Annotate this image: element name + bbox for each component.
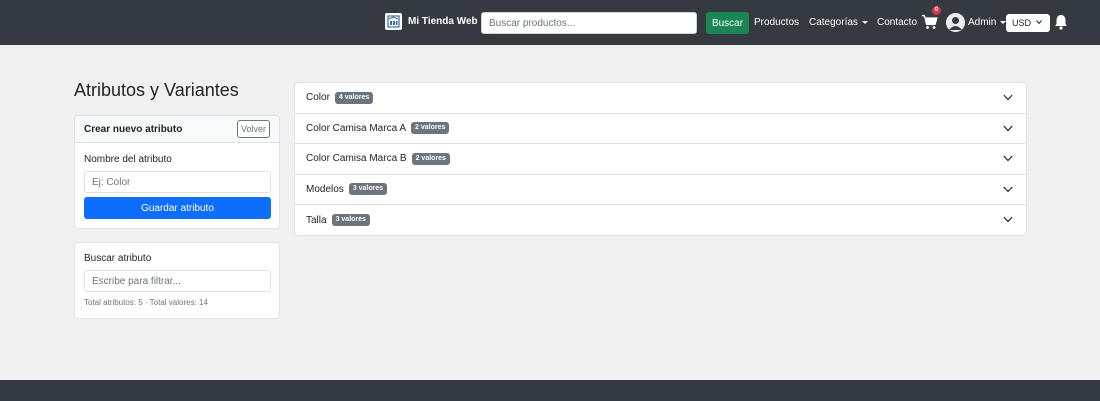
search-input[interactable] <box>481 12 697 34</box>
search-attribute-card: Buscar atributo Total atributos: 5 · Tot… <box>74 242 280 319</box>
store-logo-icon <box>385 13 402 30</box>
user-avatar-icon <box>946 13 965 32</box>
admin-label: Admin <box>968 17 997 28</box>
filter-input[interactable] <box>84 270 271 292</box>
search-button[interactable]: Buscar <box>706 12 749 34</box>
save-attribute-button[interactable]: Guardar atributo <box>84 197 271 219</box>
values-count-badge: 2 valores <box>411 122 450 135</box>
accordion-item[interactable]: Color Camisa Marca A 2 valores <box>295 114 1026 144</box>
back-button[interactable]: Volver <box>237 120 270 138</box>
chevron-down-icon <box>1003 94 1013 101</box>
nav-dropdown-admin[interactable]: Admin <box>968 17 1007 28</box>
nav-categorias-label: Categorías <box>809 17 858 28</box>
values-count-badge: 2 valores <box>411 152 450 165</box>
caret-down-icon <box>861 20 868 24</box>
accordion-item[interactable]: Modelos 3 valores <box>295 175 1026 205</box>
chevron-down-icon <box>1003 155 1013 162</box>
accordion-item[interactable]: Color 4 valores <box>295 83 1026 114</box>
accordion-item[interactable]: Talla 3 valores <box>295 205 1026 236</box>
attribute-name-label: Nombre del atributo <box>84 154 172 165</box>
search-attribute-label: Buscar atributo <box>84 253 152 264</box>
totals-text: Total atributos: 5 · Total valores: 14 <box>84 298 208 307</box>
chevron-down-icon <box>1036 20 1042 25</box>
attribute-name: Color <box>306 92 330 104</box>
attribute-name: Talla <box>306 214 327 226</box>
nav-dropdown-categorias[interactable]: Categorías <box>809 17 868 28</box>
attribute-name: Modelos <box>306 183 344 195</box>
bell-icon[interactable] <box>1054 14 1068 30</box>
top-navbar: Mi Tienda Web Buscar Productos Categoría… <box>0 0 1100 45</box>
values-count-badge: 3 valores <box>331 214 370 227</box>
page-title: Atributos y Variantes <box>74 80 239 100</box>
brand[interactable]: Mi Tienda Web <box>385 13 478 30</box>
attribute-name-input[interactable] <box>84 171 271 193</box>
chevron-down-icon <box>1003 125 1013 131</box>
card-header: Crear nuevo atributo Volver <box>75 116 279 143</box>
cart-count-badge: 0 <box>932 6 941 15</box>
attribute-name: Color Camisa Marca A <box>306 122 407 134</box>
avatar[interactable] <box>946 13 965 32</box>
chevron-down-icon <box>1003 216 1013 223</box>
footer-bar <box>0 380 1100 401</box>
attributes-accordion: Color 4 valores Color Camisa Marca A 2 v… <box>294 82 1027 236</box>
currency-value: USD <box>1012 18 1032 28</box>
currency-select[interactable]: USD <box>1006 14 1050 32</box>
values-count-badge: 4 valores <box>334 91 374 104</box>
attribute-name: Color Camisa Marca B <box>306 153 407 165</box>
create-attribute-card: Crear nuevo atributo Volver Nombre del a… <box>74 115 280 229</box>
cart-icon[interactable] <box>922 14 938 30</box>
create-attribute-title: Crear nuevo atributo <box>84 123 183 135</box>
nav-link-contacto[interactable]: Contacto <box>877 17 917 28</box>
nav-link-productos[interactable]: Productos <box>754 17 799 28</box>
values-count-badge: 3 valores <box>348 183 388 196</box>
accordion-item[interactable]: Color Camisa Marca B 2 valores <box>295 144 1026 175</box>
brand-name: Mi Tienda Web <box>408 16 478 27</box>
chevron-down-icon <box>1003 186 1013 192</box>
